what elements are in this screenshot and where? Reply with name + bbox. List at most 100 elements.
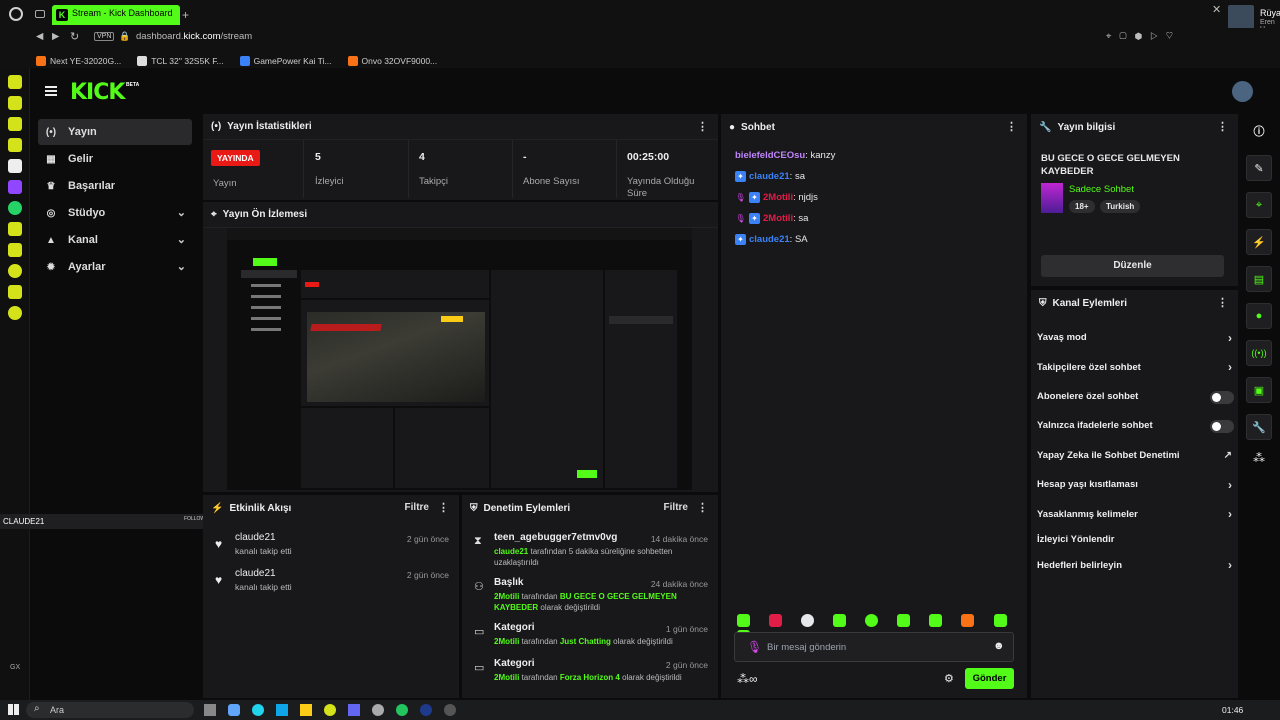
back-icon[interactable]: ◀ [36,31,43,42]
media-player[interactable]: Rüya Eren H [1228,5,1280,33]
sidebar-item-gelir[interactable]: ▦ Gelir [38,146,192,172]
emote-icon[interactable] [801,614,815,627]
edge-icon[interactable] [252,704,264,716]
tab-switch-icon[interactable] [35,10,45,18]
chat-username[interactable]: 2Motili [763,213,793,224]
layout-icon[interactable]: ▣ [1246,377,1272,403]
info-icon[interactable]: ⓘ [1246,118,1272,144]
settings-icon[interactable] [7,306,22,320]
app-icon[interactable] [348,704,360,716]
moderation-title[interactable]: teen_agebugger7etmv0vg [494,532,617,543]
reload-icon[interactable]: ↻ [70,30,79,43]
taskbar-clock[interactable]: 01:46 [1222,705,1243,715]
sidebar-item-ayarlar[interactable]: ✹ Ayarlar ⌄ [38,254,192,280]
spotify-icon[interactable] [396,704,408,716]
chrome-icon[interactable] [372,704,384,716]
filter-button[interactable]: Filtre [405,502,429,513]
more-options-icon[interactable]: ⋮ [697,501,708,514]
chat-input-box[interactable]: 🎙 Bir mesaj gönderin ☻ [734,632,1014,662]
moderator-name[interactable]: 2Motili [494,592,519,601]
task-view-icon[interactable] [204,704,216,716]
notes-icon[interactable]: ▤ [1246,266,1272,292]
bookmark-item[interactable]: Next YE-32020G... [36,53,121,68]
new-tab-button[interactable]: + [182,8,189,22]
action-raid[interactable]: İzleyici Yönlendir [1031,529,1238,551]
steam-icon[interactable] [420,704,432,716]
close-media-icon[interactable]: ✕ [1212,3,1221,16]
emoji-icon[interactable]: ☻ [993,640,1005,652]
copilot-icon[interactable] [228,704,240,716]
explorer-icon[interactable] [300,704,312,716]
chat-username[interactable]: claude21 [749,234,790,245]
more-options-icon[interactable]: ⋮ [1006,120,1017,133]
pen-icon[interactable] [7,222,22,236]
windows-start-icon[interactable] [8,704,19,715]
user-avatar[interactable] [1232,81,1253,102]
gx-game-icon[interactable] [7,117,22,131]
tag-chip[interactable]: Turkish [1100,200,1141,213]
edit-pencil-icon[interactable]: ✎ [1246,155,1272,181]
chat-input[interactable]: Bir mesaj gönderin [767,642,846,653]
activity-user[interactable]: claude21 [235,532,276,543]
chat-username[interactable]: bielefeldCEOsu [735,150,805,161]
subscribers-only-toggle[interactable] [1210,390,1234,404]
more-options-icon[interactable]: ⋮ [1217,120,1228,133]
kick-logo[interactable]: KICK [70,80,125,105]
emotes-only-toggle[interactable] [1210,420,1234,434]
filter-button[interactable]: Filtre [664,502,688,513]
more-tools-icon[interactable]: ⁂ [1246,451,1272,471]
twitch-icon[interactable] [7,180,22,194]
chat-username[interactable]: 2Motili [763,192,793,203]
sidebar-item-yayin[interactable]: (•) Yayın [38,119,192,145]
activity-user[interactable]: claude21 [235,568,276,579]
history-icon[interactable] [7,264,22,278]
more-options-icon[interactable]: ⋮ [697,120,708,133]
outlook-icon[interactable] [276,704,288,716]
lightning-icon[interactable]: ⚡ [1246,229,1272,255]
more-options-icon[interactable]: ⋮ [438,501,449,514]
emote-icon[interactable] [897,614,911,627]
sidebar-item-basarilar[interactable]: ♛ Başarılar [38,173,192,199]
hamburger-menu-icon[interactable] [45,86,57,96]
opera-logo-icon[interactable] [9,7,23,21]
action-banned-words[interactable]: Yasaklanmış kelimeler › [1031,499,1238,528]
sidebar-item-studyo[interactable]: ◎ Stüdyo ⌄ [38,200,192,226]
opera-gx-icon[interactable] [324,704,336,716]
obs-icon[interactable] [444,704,456,716]
clip-icon[interactable]: ⌖ [1246,192,1272,218]
gx-cleaner-icon[interactable] [7,138,22,152]
emote-icon[interactable] [993,614,1007,627]
moderator-name[interactable]: 2Motili [494,637,519,646]
moderator-name[interactable]: claude21 [494,547,528,556]
aria-icon[interactable] [7,159,22,173]
extensions-icon[interactable] [7,285,22,299]
bookmark-item[interactable]: GamePower Kai Ti... [239,53,332,68]
stream-preview-video[interactable] [227,228,692,490]
action-goals[interactable]: Hedefleri belirleyin › [1031,551,1238,580]
taskbar-search[interactable]: ⌕ Ara [26,702,194,718]
gx-corner-icon[interactable] [7,75,22,89]
action-account-age[interactable]: Hesap yaşı kısıtlaması › [1031,470,1238,499]
action-followers-only[interactable]: Takipçilere özel sohbet › [1031,352,1238,381]
emote-icon[interactable] [929,614,943,627]
whatsapp-icon[interactable] [7,201,22,215]
forward-icon[interactable]: ▶ [52,31,59,42]
emote-icon[interactable] [961,614,975,627]
action-ai-moderation[interactable]: Yapay Zeka ile Sohbet Denetimi ↗ [1031,441,1238,470]
chat-options-icon[interactable]: ⁂∞ [737,672,758,686]
more-options-icon[interactable]: ⋮ [1217,296,1228,309]
emote-icon[interactable] [833,614,847,627]
wrench-icon[interactable]: 🔧 [1246,414,1272,440]
broadcast-icon[interactable]: ((•)) [1246,340,1272,366]
follow-label[interactable]: FOLLOW [184,516,205,522]
toolbar-icons[interactable]: ⌖▢⬢▷♡ [1106,31,1181,42]
emote-icon[interactable] [737,614,750,627]
streamer-widget[interactable]: CLAUDE21 FOLLOW [0,514,205,529]
vpn-badge[interactable]: VPN [94,32,115,41]
gx-control-icon[interactable] [7,96,22,110]
emote-icon[interactable] [769,614,783,627]
bookmark-item[interactable]: Onvo 32OVF9000... [347,53,437,68]
tag-chip[interactable]: 18+ [1069,200,1095,213]
chat-settings-icon[interactable]: ⚙ [944,672,954,685]
sidebar-item-kanal[interactable]: ▲ Kanal ⌄ [38,227,192,253]
